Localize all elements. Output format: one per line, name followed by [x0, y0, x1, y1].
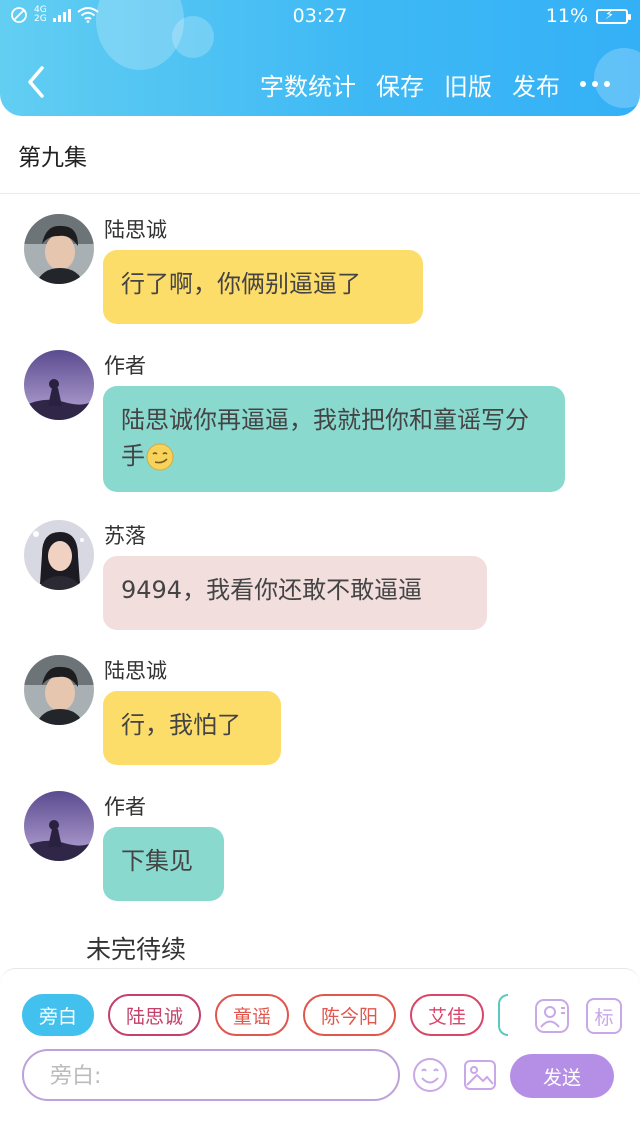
role-chip-more[interactable] — [498, 994, 509, 1036]
role-chip-ai-jia[interactable]: 艾佳 — [410, 994, 485, 1036]
speaker-name: 苏落 — [104, 524, 146, 548]
emoji-icon[interactable] — [412, 1057, 448, 1093]
old-version-button[interactable]: 旧版 — [444, 67, 492, 102]
speaker-name: 陆思诚 — [104, 659, 167, 683]
role-chip-chen-jinyang[interactable]: 陈今阳 — [303, 994, 397, 1036]
add-role-icon[interactable] — [534, 998, 570, 1034]
role-chip-narration[interactable]: 旁白 — [22, 994, 94, 1036]
image-icon[interactable] — [462, 1057, 498, 1093]
send-button[interactable]: 发送 — [510, 1054, 614, 1098]
speaker-name: 作者 — [104, 354, 146, 378]
clock: 03:27 — [292, 5, 348, 27]
role-selector: 旁白 陆思诚 童谣 陈今阳 艾佳 — [22, 994, 509, 1036]
status-bar: 4G 2G 03:27 11% ⚡ — [0, 0, 640, 34]
speaker-name: 作者 — [104, 795, 146, 819]
word-count-button[interactable]: 字数统计 — [260, 67, 356, 102]
message-text: 9494，我看你还敢不敢逼逼 — [121, 576, 423, 604]
tag-button[interactable]: 标 — [586, 998, 622, 1034]
episode-title[interactable]: 第九集 — [18, 138, 87, 172]
role-chip-tongyao[interactable]: 童谣 — [215, 994, 290, 1036]
battery-icon: ⚡ — [596, 8, 631, 24]
toolbar-actions: 字数统计 保存 旧版 发布 — [260, 64, 640, 104]
battery-percent: 11% — [545, 5, 588, 27]
role-chip-lu-sicheng[interactable]: 陆思诚 — [108, 994, 202, 1036]
avatar[interactable] — [24, 791, 94, 861]
message-bubble[interactable]: 行了啊，你俩别逼逼了 — [103, 250, 423, 324]
top-header: 4G 2G 03:27 11% ⚡ 字数统计 保存 旧版 发布 — [0, 0, 640, 116]
message-input-box[interactable] — [22, 1049, 400, 1101]
message-text: 行了啊，你俩别逼逼了 — [121, 270, 361, 298]
speaker-name: 陆思诚 — [104, 218, 167, 242]
save-button[interactable]: 保存 — [376, 67, 424, 102]
message-bubble[interactable]: 行，我怕了 — [103, 691, 281, 765]
back-icon[interactable] — [24, 62, 50, 102]
avatar[interactable] — [24, 520, 94, 590]
avatar[interactable] — [24, 655, 94, 725]
message-input[interactable] — [48, 1051, 382, 1101]
message-bubble[interactable]: 下集见 — [103, 827, 224, 901]
message-text: 行，我怕了 — [121, 711, 241, 739]
message-text: 下集见 — [121, 847, 193, 875]
message-bubble[interactable]: 陆思诚你再逼逼，我就把你和童谣写分手 — [103, 386, 565, 492]
avatar[interactable] — [24, 350, 94, 420]
avatar[interactable] — [24, 214, 94, 284]
message-bubble[interactable]: 9494，我看你还敢不敢逼逼 — [103, 556, 487, 630]
tag-label: 标 — [594, 1006, 614, 1029]
to-be-continued-text: 未完待续 — [86, 935, 187, 964]
publish-button[interactable]: 发布 — [512, 67, 560, 102]
smirk-emoji-icon — [146, 443, 174, 471]
divider — [0, 193, 640, 194]
message-text: 陆思诚你再逼逼，我就把你和童谣写分手 — [121, 406, 529, 470]
more-options-icon[interactable] — [580, 81, 610, 87]
